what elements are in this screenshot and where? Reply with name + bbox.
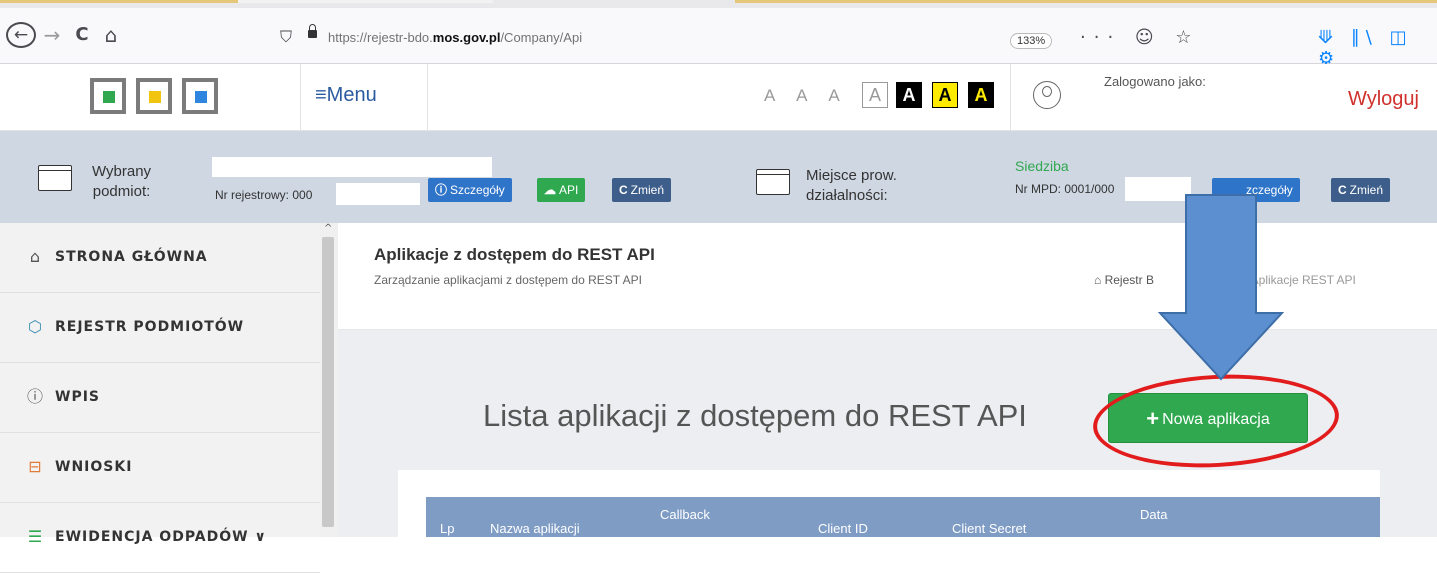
contrast-yellow-black-button[interactable]: A	[932, 82, 958, 108]
logo-square	[90, 78, 126, 114]
menu-area: ≡Menu	[300, 64, 428, 130]
browser-toolbar: ← → C ⌂ ⛉ https://rejestr-bdo.mos.gov.pl…	[0, 8, 1437, 69]
font-size-switcher[interactable]: A A A	[764, 86, 849, 106]
sidebar-item-label: REJESTR PODMIOTÓW	[55, 319, 245, 335]
home-button[interactable]: ⌂	[100, 22, 122, 48]
sidebar-item-home[interactable]: ⌂ STRONA GŁÓWNA	[0, 223, 320, 293]
breadcrumb-link[interactable]: Rejestr B	[1105, 273, 1154, 287]
sidebar-item-label: WPIS	[55, 389, 100, 405]
page-actions[interactable]: ··· ☺ ☆	[1080, 27, 1200, 48]
menu-button[interactable]: ≡Menu	[315, 84, 377, 107]
list-icon: ☰	[27, 527, 43, 546]
table-header-cell[interactable]: Lp	[440, 521, 454, 536]
info-icon: ⓘ	[26, 387, 43, 406]
browser-tab-strip	[0, 0, 1437, 8]
api-button[interactable]: ☁ API	[537, 178, 586, 202]
sidebar-item-label: WNIOSKI	[55, 459, 133, 475]
tab-highlight	[238, 0, 493, 3]
mpd-number: Nr MPD: 0001/000	[1015, 182, 1115, 196]
shield-icon[interactable]: ⛉	[280, 27, 292, 47]
selected-entity-label: Wybrany podmiot:	[92, 163, 152, 200]
sidebar-item-label: STRONA GŁÓWNA	[55, 249, 208, 265]
change-button[interactable]: C Zmień	[612, 178, 672, 202]
table-header-cell[interactable]: Client Secret	[952, 521, 1026, 536]
sidebar-item-applications[interactable]: ⊟ WNIOSKI	[0, 433, 320, 503]
toolbar-icons[interactable]: ⟱ ∥\ ◫ ⚙	[1318, 27, 1437, 69]
list-title: Lista aplikacji z dostępem do REST API	[483, 398, 1027, 433]
annotation-arrow	[1158, 194, 1284, 381]
table-header-cell[interactable]: Nazwa aplikacji	[490, 521, 580, 536]
logo-square	[182, 78, 218, 114]
lock-icon[interactable]	[308, 24, 317, 38]
details-button[interactable]: ⓘ Szczegóły	[428, 178, 512, 202]
cube-icon: ⬡	[28, 317, 42, 336]
hamburger-icon: ≡	[315, 84, 327, 106]
zoom-indicator[interactable]: 133%	[1010, 33, 1053, 49]
sidebar-item-wpis[interactable]: ⓘ WPIS	[0, 363, 320, 433]
cloud-icon: ☁	[544, 183, 556, 197]
back-button[interactable]: ←	[6, 22, 36, 48]
seat-label: Siedziba	[1015, 158, 1069, 174]
user-icon	[1033, 81, 1061, 109]
scrollbar-thumb[interactable]	[322, 237, 334, 527]
page-subtitle: Zarządzanie aplikacjami z dostępem do RE…	[374, 273, 642, 287]
registry-number: Nr rejestrowy: 000	[215, 188, 313, 202]
url-text[interactable]: https://rejestr-bdo.mos.gov.pl/Company/A…	[328, 30, 582, 45]
info-icon: ⓘ	[435, 183, 448, 197]
change-button-2[interactable]: C Zmień	[1331, 178, 1391, 202]
sidebar: ⌂ STRONA GŁÓWNA ⬡ REJESTR PODMIOTÓW ⓘ WP…	[0, 223, 339, 573]
bdo-logo[interactable]	[90, 78, 220, 114]
table-header: Lp Nazwa aplikacji Callback Client ID Cl…	[426, 497, 1380, 537]
refresh-icon: C	[1338, 183, 1347, 197]
contrast-black-yellow-button[interactable]: A	[968, 82, 994, 108]
contrast-black-white-button[interactable]: A	[896, 82, 922, 108]
tab-highlight	[0, 0, 238, 3]
site-header: ≡Menu A A A A A A A Zalogowano jako: Wyl…	[0, 64, 1437, 131]
place-label: Miejsce prow. działalności:	[806, 167, 897, 204]
tab-highlight	[735, 0, 1437, 3]
download-icon: ⟱ ∥\ ◫ ⚙	[1318, 27, 1413, 69]
sidebar-item-label: EWIDENCJA ODPADÓW ∨	[55, 529, 267, 545]
page-title: Aplikacje z dostępem do REST API	[374, 245, 655, 264]
logout-link[interactable]: Wyloguj	[1348, 88, 1419, 111]
user-area: Zalogowano jako: Wyloguj	[1010, 64, 1437, 130]
table-header-cell[interactable]: Data	[1140, 507, 1167, 522]
forward-button[interactable]: →	[42, 22, 62, 48]
home-icon: ⌂	[29, 247, 41, 266]
table-header-cell[interactable]: Callback	[660, 507, 710, 522]
menu-label: Menu	[326, 84, 377, 106]
window-icon	[756, 169, 790, 195]
reload-button[interactable]: C	[72, 22, 92, 48]
contrast-default-button[interactable]: A	[862, 82, 888, 108]
home-icon: ⌂	[1094, 273, 1105, 287]
chevron-up-icon[interactable]: ^	[324, 223, 332, 234]
sidebar-item-waste-records[interactable]: ☰ EWIDENCJA ODPADÓW ∨	[0, 503, 320, 573]
address-bar[interactable]: ⛉ https://rejestr-bdo.mos.gov.pl/Company…	[270, 24, 1365, 52]
redaction	[336, 183, 420, 205]
redaction	[212, 157, 492, 177]
inbox-icon: ⊟	[28, 457, 42, 476]
logged-in-label: Zalogowano jako:	[1104, 74, 1206, 89]
table-header-cell[interactable]: Client ID	[818, 521, 868, 536]
logo-square	[136, 78, 172, 114]
window-icon	[38, 165, 72, 191]
sidebar-item-registry[interactable]: ⬡ REJESTR PODMIOTÓW	[0, 293, 320, 363]
refresh-icon: C	[619, 183, 628, 197]
